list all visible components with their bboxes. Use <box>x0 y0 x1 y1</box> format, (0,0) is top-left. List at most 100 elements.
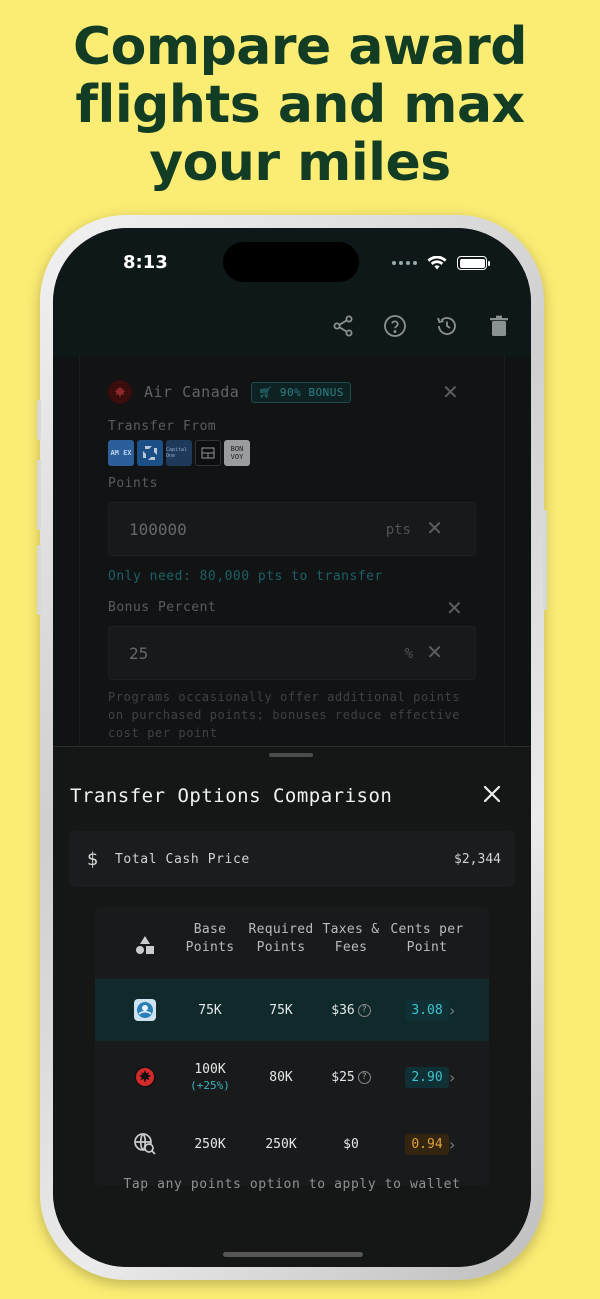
search-globe-icon <box>123 1113 167 1175</box>
chevron-right-icon: › <box>449 1000 456 1020</box>
phone-screen: 8:13 Air Canada 🛒︎ 90% BONUS ✕ Transfer … <box>53 228 531 1267</box>
required-points-cell: 75K <box>245 979 317 1041</box>
capital-one-logo[interactable]: Capital One <box>166 440 192 466</box>
total-cash-value: $2,344 <box>454 851 501 867</box>
comparison-table: Base Points Required Points Taxes & Fees… <box>95 907 489 1185</box>
taxes-cell: $0 <box>319 1113 383 1175</box>
table-row[interactable]: 100K (+25%) 80K $25? 2.90 › <box>95 1046 489 1108</box>
points-unit: pts <box>385 522 411 538</box>
tax-info-icon[interactable]: ? <box>357 1003 371 1017</box>
sheet-title: Transfer Options Comparison <box>70 785 393 807</box>
header-required-line2: Points <box>256 940 306 955</box>
required-points-value: 80K <box>269 1069 293 1085</box>
cpp-cell: 2.90 <box>385 1046 469 1108</box>
required-points-cell: 250K <box>245 1113 317 1175</box>
remove-program-close-icon[interactable]: ✕ <box>442 380 459 404</box>
bonvoy-logo[interactable]: BON VOY <box>224 440 250 466</box>
total-cash-row: $ Total Cash Price $2,344 <box>69 831 515 887</box>
cart-icon: 🛒︎ <box>258 385 273 399</box>
bonus-badge-label: 90% BONUS <box>279 385 345 399</box>
home-indicator[interactable] <box>223 1252 363 1257</box>
base-points-value: 75K <box>198 1002 222 1018</box>
phone-side-button <box>37 400 41 440</box>
header-taxes-fees: Taxes & Fees <box>319 921 383 957</box>
header-base-points: Base Points <box>177 921 243 957</box>
phone-volume-up <box>37 460 41 530</box>
chevron-right-icon: › <box>449 1134 456 1154</box>
header-required-points: Required Points <box>245 921 317 957</box>
bonus-value: 25 <box>129 644 149 663</box>
table-row[interactable]: 250K 250K $0 0.94 › <box>95 1113 489 1175</box>
bonus-badge: 🛒︎ 90% BONUS <box>251 381 352 403</box>
wifi-icon <box>427 256 447 270</box>
airline-name: Air Canada <box>144 383 240 401</box>
taxes-value: $36 <box>331 1002 355 1018</box>
points-value: 100000 <box>129 520 187 539</box>
clear-points-icon[interactable]: ✕ <box>426 516 443 540</box>
bonus-unit: % <box>404 646 413 662</box>
sheet-grabber[interactable] <box>269 753 313 757</box>
comparison-sheet: Transfer Options Comparison $ Total Cash… <box>53 746 531 1267</box>
headline: Compare award flights and max your miles <box>0 18 600 192</box>
airline-header: Air Canada 🛒︎ 90% BONUS <box>108 380 352 404</box>
chevron-right-icon: › <box>449 1067 456 1087</box>
base-points-value: 250K <box>194 1136 226 1152</box>
required-points-value: 250K <box>265 1136 297 1152</box>
taxes-cell: $36? <box>319 979 383 1041</box>
aeroplan-icon <box>123 979 167 1041</box>
total-cash-label: Total Cash Price <box>115 851 250 867</box>
share-icon[interactable] <box>329 312 357 340</box>
points-input[interactable]: 100000 pts ✕ <box>108 502 476 556</box>
header-cpp-line2: Point <box>406 940 448 955</box>
dollar-icon: $ <box>87 848 99 870</box>
bonus-input[interactable]: 25 % ✕ <box>108 626 476 680</box>
cpp-badge: 2.90 <box>405 1066 449 1088</box>
points-label: Points <box>108 476 158 491</box>
amex-logo[interactable]: AM EX <box>108 440 134 466</box>
trash-icon[interactable] <box>485 312 513 340</box>
only-need-hint: Only need: 80,000 pts to transfer <box>108 569 383 584</box>
program-shapes-icon <box>135 935 155 959</box>
header-taxes-line2: Fees <box>334 940 368 955</box>
clear-bonus-close-icon[interactable]: ✕ <box>446 596 463 620</box>
table-row[interactable]: 75K 75K $36? 3.08 › <box>95 979 489 1041</box>
required-points-value: 75K <box>269 1002 293 1018</box>
signal-icon <box>392 261 417 265</box>
history-icon[interactable] <box>433 312 461 340</box>
clear-bonus-icon[interactable]: ✕ <box>426 640 443 664</box>
taxes-cell: $25? <box>319 1046 383 1108</box>
header-cpp-line1: Cents per <box>390 922 464 937</box>
cpp-cell: 3.08 <box>385 979 469 1041</box>
header-taxes-line1: Taxes & <box>322 922 380 937</box>
tax-info-icon[interactable]: ? <box>357 1070 371 1084</box>
status-icons <box>392 256 490 270</box>
toolbar <box>329 312 513 340</box>
headline-line-3: your miles <box>149 133 451 193</box>
header-cents-per-point: Cents per Point <box>385 921 469 957</box>
cpp-badge: 0.94 <box>405 1133 449 1155</box>
battery-icon <box>457 256 490 270</box>
award-form: Air Canada 🛒︎ 90% BONUS ✕ Transfer From … <box>79 356 505 748</box>
transfer-from-label: Transfer From <box>108 419 217 434</box>
help-icon[interactable] <box>381 312 409 340</box>
base-points-cell: 100K (+25%) <box>177 1046 243 1108</box>
air-canada-logo-icon <box>108 380 132 404</box>
headline-line-1: Compare award <box>73 17 527 77</box>
header-required-line1: Required <box>248 922 314 937</box>
bonus-help-text: Programs occasionally offer additional p… <box>108 690 461 740</box>
taxes-value: $0 <box>343 1136 359 1152</box>
citi-logo[interactable] <box>195 440 221 466</box>
cpp-cell: 0.94 <box>385 1113 469 1175</box>
status-time: 8:13 <box>123 252 168 273</box>
transfer-card-logos: AM EX Capital One BON VOY <box>108 440 250 466</box>
base-points-bonus: (+25%) <box>190 1079 230 1092</box>
close-sheet-icon[interactable] <box>481 783 503 805</box>
required-points-cell: 80K <box>245 1046 317 1108</box>
headline-line-2: flights and max <box>75 75 525 135</box>
chase-logo[interactable] <box>137 440 163 466</box>
header-base-line2: Points <box>185 940 235 955</box>
phone-volume-down <box>37 545 41 615</box>
base-points-cell: 250K <box>177 1113 243 1175</box>
air-canada-icon <box>123 1046 167 1108</box>
cpp-badge: 3.08 <box>405 999 449 1021</box>
